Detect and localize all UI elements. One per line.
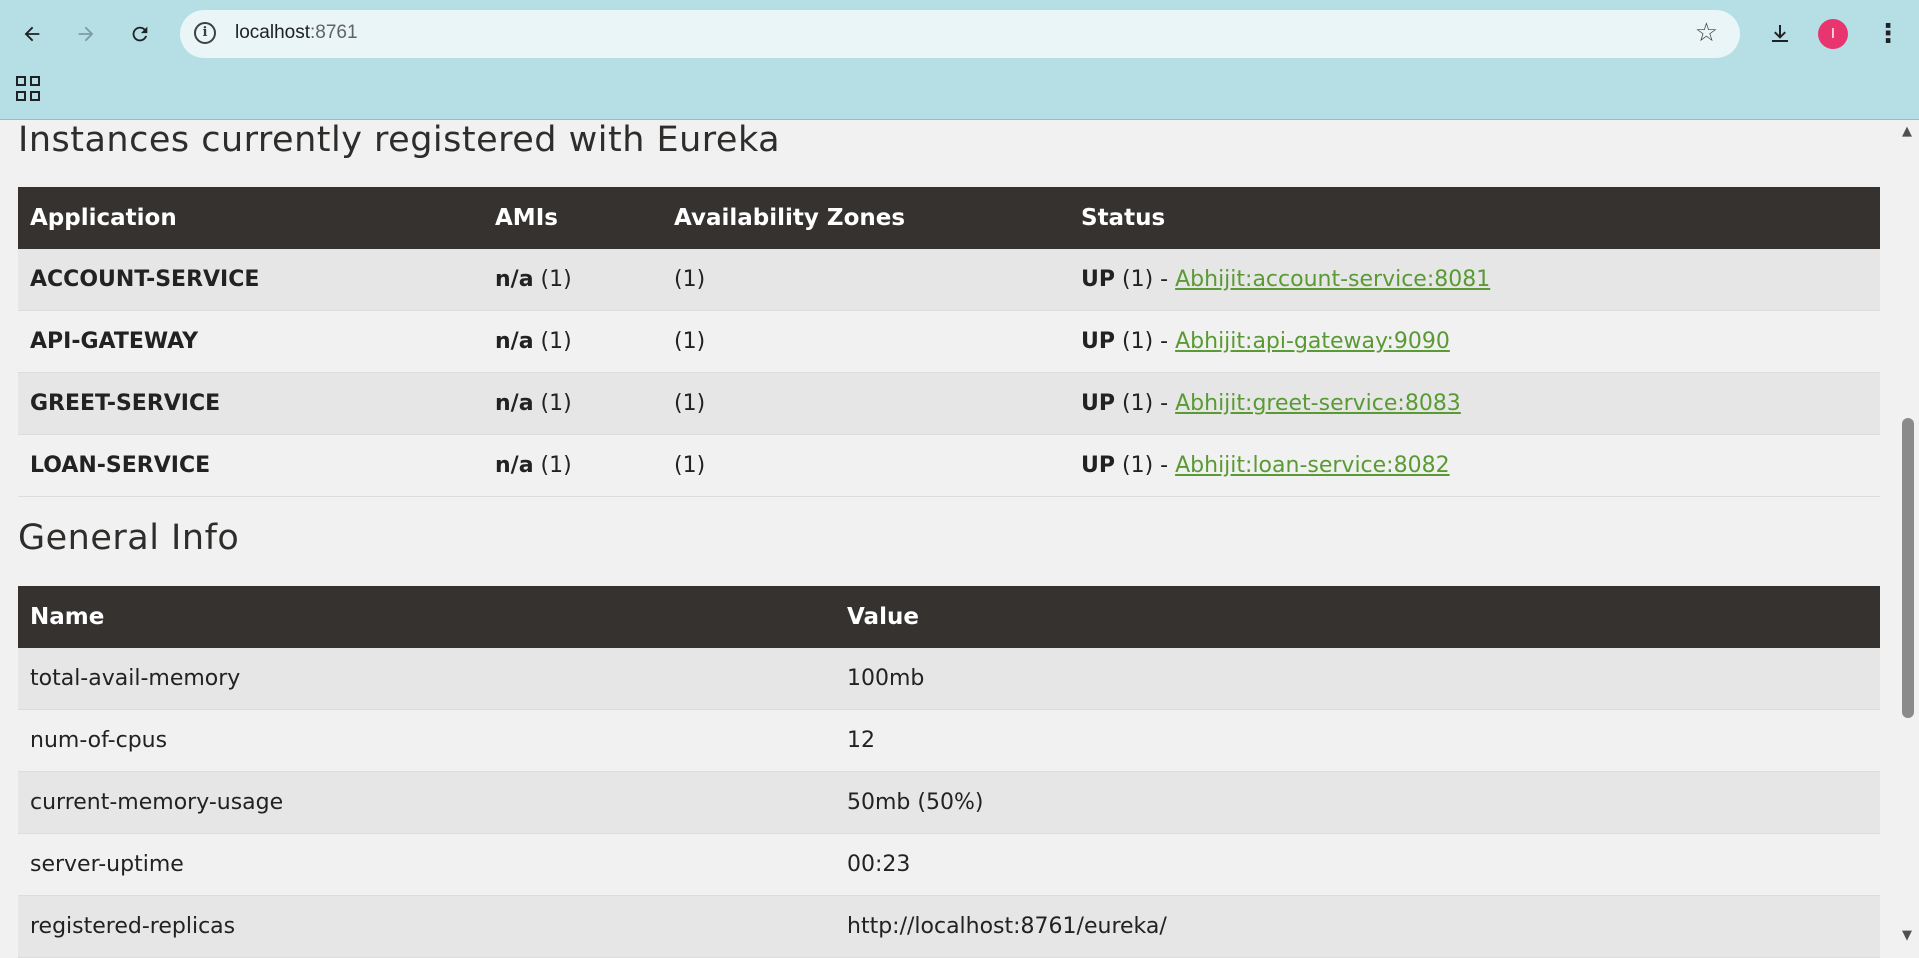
instance-link[interactable]: Abhijit:greet-service:8083 bbox=[1175, 391, 1461, 416]
table-row: num-of-cpus 12 bbox=[18, 709, 1880, 772]
column-header-amis: AMIs bbox=[483, 187, 662, 249]
general-info-heading: General Info bbox=[18, 518, 240, 558]
forward-button[interactable] bbox=[66, 14, 106, 54]
status-value: UP bbox=[1081, 329, 1115, 354]
scrollbar-thumb[interactable] bbox=[1902, 418, 1914, 718]
profile-button[interactable]: I bbox=[1813, 14, 1853, 54]
info-value-cell: 12 bbox=[835, 709, 1880, 772]
application-cell: GREET-SERVICE bbox=[18, 372, 483, 435]
table-row: current-memory-usage 50mb (50%) bbox=[18, 771, 1880, 834]
status-cell: UP (1) - Abhijit:account-service:8081 bbox=[1069, 249, 1880, 311]
table-row: LOAN-SERVICE n/a (1) (1) UP (1) - Abhiji… bbox=[18, 434, 1880, 497]
url-port: :8761 bbox=[310, 22, 358, 43]
avatar: I bbox=[1818, 19, 1848, 49]
application-cell: ACCOUNT-SERVICE bbox=[18, 249, 483, 311]
menu-kebab-icon[interactable]: ⋮ bbox=[1868, 14, 1908, 54]
back-button[interactable] bbox=[12, 14, 52, 54]
ami-value: n/a bbox=[495, 267, 534, 292]
application-name: GREET-SERVICE bbox=[30, 391, 221, 416]
amis-cell: n/a (1) bbox=[483, 434, 662, 497]
instances-header-row: Application AMIs Availability Zones Stat… bbox=[18, 187, 1880, 249]
info-value-cell: 100mb bbox=[835, 648, 1880, 710]
general-header-row: Name Value bbox=[18, 586, 1880, 648]
status-cell: UP (1) - Abhijit:loan-service:8082 bbox=[1069, 434, 1880, 497]
amis-cell: n/a (1) bbox=[483, 310, 662, 373]
table-row: total-avail-memory 100mb bbox=[18, 648, 1880, 710]
info-name-cell: num-of-cpus bbox=[18, 709, 835, 772]
table-row: GREET-SERVICE n/a (1) (1) UP (1) - Abhij… bbox=[18, 372, 1880, 435]
column-header-status: Status bbox=[1069, 187, 1880, 249]
scroll-down-arrow-icon[interactable]: ▼ bbox=[1902, 928, 1912, 943]
application-name: LOAN-SERVICE bbox=[30, 453, 211, 478]
instances-heading: Instances currently registered with Eure… bbox=[18, 120, 781, 160]
status-value: UP bbox=[1081, 267, 1115, 292]
arrow-left-icon bbox=[24, 26, 40, 42]
scroll-up-arrow-icon[interactable]: ▲ bbox=[1902, 124, 1912, 139]
application-name: API-GATEWAY bbox=[30, 329, 199, 354]
column-header-zones: Availability Zones bbox=[662, 187, 1069, 249]
ami-value: n/a bbox=[495, 453, 534, 478]
url-host: localhost bbox=[235, 22, 310, 43]
status-cell: UP (1) - Abhijit:api-gateway:9090 bbox=[1069, 310, 1880, 373]
info-name-cell: current-memory-usage bbox=[18, 771, 835, 834]
apps-grid-icon[interactable] bbox=[16, 76, 42, 102]
table-row: API-GATEWAY n/a (1) (1) UP (1) - Abhijit… bbox=[18, 310, 1880, 373]
instances-table: Application AMIs Availability Zones Stat… bbox=[18, 187, 1880, 497]
ami-count: (1) bbox=[540, 453, 572, 478]
application-cell: LOAN-SERVICE bbox=[18, 434, 483, 497]
url-text[interactable]: localhost:8761 bbox=[235, 22, 358, 44]
bookmark-star-icon[interactable]: ☆ bbox=[1695, 18, 1718, 48]
general-info-table: Name Value total-avail-memory 100mb num-… bbox=[18, 586, 1880, 958]
ami-value: n/a bbox=[495, 391, 534, 416]
table-row: registered-replicas http://localhost:876… bbox=[18, 895, 1880, 958]
reload-button[interactable] bbox=[120, 14, 160, 54]
site-info-icon[interactable]: i bbox=[194, 22, 216, 44]
status-cell: UP (1) - Abhijit:greet-service:8083 bbox=[1069, 372, 1880, 435]
ami-count: (1) bbox=[540, 391, 572, 416]
vertical-scrollbar[interactable]: ▲ ▼ bbox=[1898, 120, 1919, 947]
address-bar[interactable]: i localhost:8761 ☆ bbox=[180, 10, 1740, 58]
info-value-cell: 00:23 bbox=[835, 833, 1880, 896]
column-header-value: Value bbox=[835, 586, 1880, 648]
amis-cell: n/a (1) bbox=[483, 249, 662, 311]
instance-link[interactable]: Abhijit:account-service:8081 bbox=[1175, 267, 1490, 292]
column-header-name: Name bbox=[18, 586, 835, 648]
zones-cell: (1) bbox=[662, 310, 1069, 373]
ami-count: (1) bbox=[540, 267, 572, 292]
status-count: (1) - bbox=[1122, 391, 1169, 416]
amis-cell: n/a (1) bbox=[483, 372, 662, 435]
info-value-cell: 50mb (50%) bbox=[835, 771, 1880, 834]
info-name-cell: server-uptime bbox=[18, 833, 835, 896]
reload-icon bbox=[132, 26, 148, 42]
instance-link[interactable]: Abhijit:api-gateway:9090 bbox=[1175, 329, 1450, 354]
application-cell: API-GATEWAY bbox=[18, 310, 483, 373]
application-name: ACCOUNT-SERVICE bbox=[30, 267, 260, 292]
info-name-cell: registered-replicas bbox=[18, 895, 835, 958]
download-icon bbox=[1772, 25, 1788, 42]
status-count: (1) - bbox=[1122, 267, 1169, 292]
zones-cell: (1) bbox=[662, 434, 1069, 497]
zones-cell: (1) bbox=[662, 372, 1069, 435]
table-row: server-uptime 00:23 bbox=[18, 833, 1880, 896]
zones-cell: (1) bbox=[662, 249, 1069, 311]
ami-count: (1) bbox=[540, 329, 572, 354]
status-value: UP bbox=[1081, 391, 1115, 416]
arrow-right-icon bbox=[78, 26, 94, 42]
status-value: UP bbox=[1081, 453, 1115, 478]
status-count: (1) - bbox=[1122, 453, 1169, 478]
info-name-cell: total-avail-memory bbox=[18, 648, 835, 710]
ami-value: n/a bbox=[495, 329, 534, 354]
status-count: (1) - bbox=[1122, 329, 1169, 354]
table-row: ACCOUNT-SERVICE n/a (1) (1) UP (1) - Abh… bbox=[18, 249, 1880, 311]
info-value-cell: http://localhost:8761/eureka/ bbox=[835, 895, 1880, 958]
instance-link[interactable]: Abhijit:loan-service:8082 bbox=[1175, 453, 1449, 478]
column-header-application: Application bbox=[18, 187, 483, 249]
browser-toolbar: i localhost:8761 ☆ I ⋮ bbox=[0, 0, 1919, 120]
downloads-button[interactable] bbox=[1760, 14, 1800, 54]
